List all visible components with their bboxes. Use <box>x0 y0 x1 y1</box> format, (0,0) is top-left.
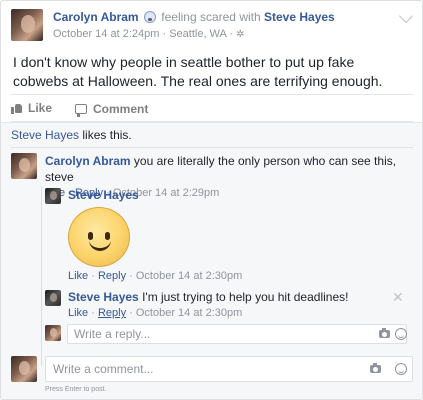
likes-suffix: likes this. <box>82 128 132 142</box>
post-location[interactable]: Seattle, WA <box>169 28 226 40</box>
comment-label: Comment <box>93 102 149 116</box>
emoji-picker-icon[interactable] <box>395 328 407 340</box>
post-card: Carolyn Abram feeling scared with Steve … <box>0 0 423 400</box>
camera-icon[interactable] <box>379 328 390 338</box>
divider <box>11 147 413 148</box>
author-avatar[interactable] <box>11 9 43 41</box>
post-header: Carolyn Abram feeling scared with Steve … <box>11 8 414 45</box>
comment-button[interactable]: Comment <box>75 101 148 117</box>
thumbs-up-icon <box>11 103 23 114</box>
reply-item: Steve Hayes I'm just trying to help you … <box>68 290 349 319</box>
tagged-name[interactable]: Steve Hayes <box>264 10 335 24</box>
enter-hint: Press Enter to post. <box>45 386 107 393</box>
like-label: Like <box>28 101 53 115</box>
meta-separator: · <box>162 28 167 40</box>
feeling-text: feeling scared with <box>161 10 261 24</box>
comment-composer <box>11 356 413 384</box>
reply-reply-link[interactable]: Reply <box>98 270 126 282</box>
liker-name[interactable]: Steve Hayes <box>11 128 79 142</box>
reply-input[interactable] <box>67 324 407 344</box>
reply-avatar[interactable] <box>45 290 61 306</box>
chevron-down-icon[interactable] <box>398 8 414 24</box>
close-icon[interactable]: ✕ <box>392 289 404 306</box>
reply-meta: Like · Reply · October 14 at 2:30pm <box>68 270 243 282</box>
smiley-sticker <box>68 207 130 267</box>
reply-date[interactable]: October 14 at 2:30pm <box>136 307 242 319</box>
reply-avatar[interactable] <box>45 188 61 204</box>
scared-emoji-icon <box>143 11 156 23</box>
viewer-avatar <box>11 356 37 382</box>
comment-author[interactable]: Carolyn Abram <box>45 154 131 168</box>
author-line: Carolyn Abram feeling scared with Steve … <box>53 10 335 24</box>
likes-summary: Steve Hayes likes this. <box>11 128 132 142</box>
meta-separator: · <box>229 28 233 40</box>
viewer-avatar <box>45 325 61 341</box>
emoji-picker-icon[interactable] <box>395 363 407 375</box>
author-name[interactable]: Carolyn Abram <box>53 10 139 24</box>
post-meta: October 14 at 2:24pm · Seattle, WA · ✲ <box>53 28 244 40</box>
reply-reply-link[interactable]: Reply <box>98 307 126 319</box>
reply-date[interactable]: October 14 at 2:30pm <box>136 270 242 282</box>
reply-author[interactable]: Steve Hayes <box>68 188 139 202</box>
comment-avatar[interactable] <box>11 153 37 179</box>
reply-author[interactable]: Steve Hayes <box>68 290 139 304</box>
audience-gear-icon[interactable]: ✲ <box>236 29 244 40</box>
comment-input[interactable] <box>45 356 413 382</box>
comments-area: Steve Hayes likes this. Carolyn Abram yo… <box>1 122 422 399</box>
post-date[interactable]: October 14 at 2:24pm <box>53 28 159 40</box>
post-text: I don't know why people in seattle bothe… <box>13 54 383 89</box>
reply-like-link[interactable]: Like <box>68 270 88 282</box>
reply-text: I'm just trying to help you hit deadline… <box>142 290 349 304</box>
post-actions: Like Comment <box>11 94 413 122</box>
reply-composer <box>45 324 413 344</box>
like-button[interactable]: Like <box>11 101 52 115</box>
reply-like-link[interactable]: Like <box>68 307 88 319</box>
comment-bubble-icon <box>75 104 87 117</box>
camera-icon[interactable] <box>370 363 381 373</box>
